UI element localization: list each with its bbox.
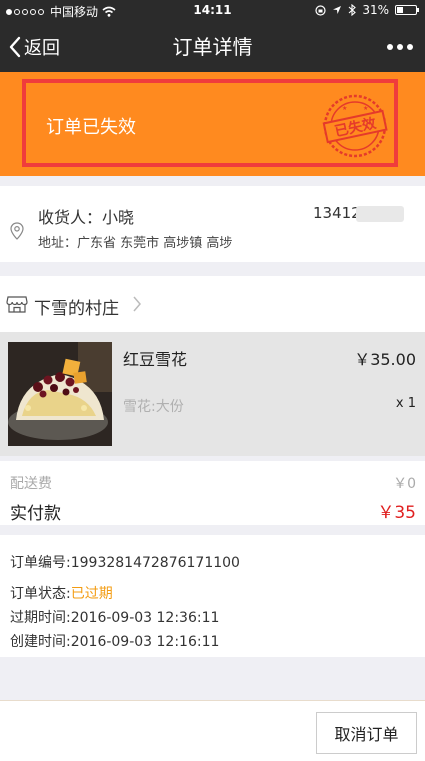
delivery-fee-value: ￥0 bbox=[393, 476, 416, 492]
banner-text: 订单已失效 bbox=[46, 117, 136, 138]
product-image bbox=[8, 342, 112, 446]
nav-bar: 返回 订单详情 bbox=[0, 22, 425, 72]
expire-time: 过期时间:2016-09-03 12:36:11 bbox=[10, 610, 220, 626]
status-right: 31% bbox=[315, 3, 419, 17]
order-number: 订单编号:1993281472876171100 bbox=[10, 555, 240, 571]
paid-amount-label: 实付款 bbox=[10, 504, 61, 524]
paid-amount-value: ￥35 bbox=[377, 503, 416, 523]
more-dot-icon bbox=[397, 44, 403, 50]
location-icon bbox=[333, 6, 342, 14]
svg-text:★: ★ bbox=[363, 105, 368, 112]
battery-percent: 31% bbox=[362, 3, 389, 17]
order-info-card: 订单编号:1993281472876171100 订单状态:已过期 过期时间:2… bbox=[0, 535, 425, 657]
phone-redaction bbox=[356, 206, 404, 222]
more-dot-icon bbox=[407, 44, 413, 50]
chevron-right-icon bbox=[133, 296, 141, 312]
shop-name: 下雪的村庄 bbox=[34, 299, 119, 319]
shop-row[interactable]: 下雪的村庄 bbox=[0, 276, 425, 332]
bluetooth-icon bbox=[348, 4, 357, 16]
product-quantity: x 1 bbox=[395, 396, 416, 411]
more-dot-icon bbox=[387, 44, 393, 50]
product-spec: 雪花:大份 bbox=[123, 399, 184, 415]
delivery-address: 地址：广东省 东莞市 高埗镇 高埗 bbox=[38, 236, 233, 251]
location-pin-icon bbox=[10, 222, 24, 240]
fees-card: 配送费 ￥0 实付款 ￥35 bbox=[0, 461, 425, 525]
page-title: 订单详情 bbox=[172, 35, 253, 59]
order-status-value: 已过期 bbox=[70, 586, 113, 602]
delivery-fee-label: 配送费 bbox=[10, 476, 52, 492]
status-bar: 中国移动 14:11 31% bbox=[0, 0, 425, 22]
shop-icon bbox=[6, 296, 28, 313]
svg-text:★: ★ bbox=[342, 105, 347, 112]
order-status-label: 订单状态: bbox=[10, 586, 71, 602]
product-price: ￥35.00 bbox=[354, 350, 416, 369]
order-status: 订单状态:已过期 bbox=[10, 583, 113, 603]
product-item[interactable]: 红豆雪花 ￥35.00 雪花:大份 x 1 bbox=[0, 332, 425, 456]
battery-icon bbox=[395, 5, 419, 15]
receiver-name: 收货人：小晓 bbox=[38, 208, 135, 227]
rotation-lock-icon bbox=[315, 4, 326, 16]
create-time: 创建时间:2016-09-03 12:16:11 bbox=[10, 634, 220, 650]
highlight-box: 订单已失效 已失效 ★ ★ bbox=[22, 79, 398, 167]
order-status-banner: 订单已失效 已失效 ★ ★ bbox=[0, 72, 425, 176]
cancel-order-button[interactable]: 取消订单 bbox=[316, 712, 417, 754]
expired-stamp-icon: 已失效 ★ ★ bbox=[322, 94, 388, 158]
bottom-action-bar: 取消订单 bbox=[0, 700, 425, 761]
address-card[interactable]: 收货人：小晓 134122 地址：广东省 东莞市 高埗镇 高埗 bbox=[0, 186, 425, 262]
more-button[interactable] bbox=[387, 22, 413, 72]
product-name: 红豆雪花 bbox=[123, 350, 188, 369]
